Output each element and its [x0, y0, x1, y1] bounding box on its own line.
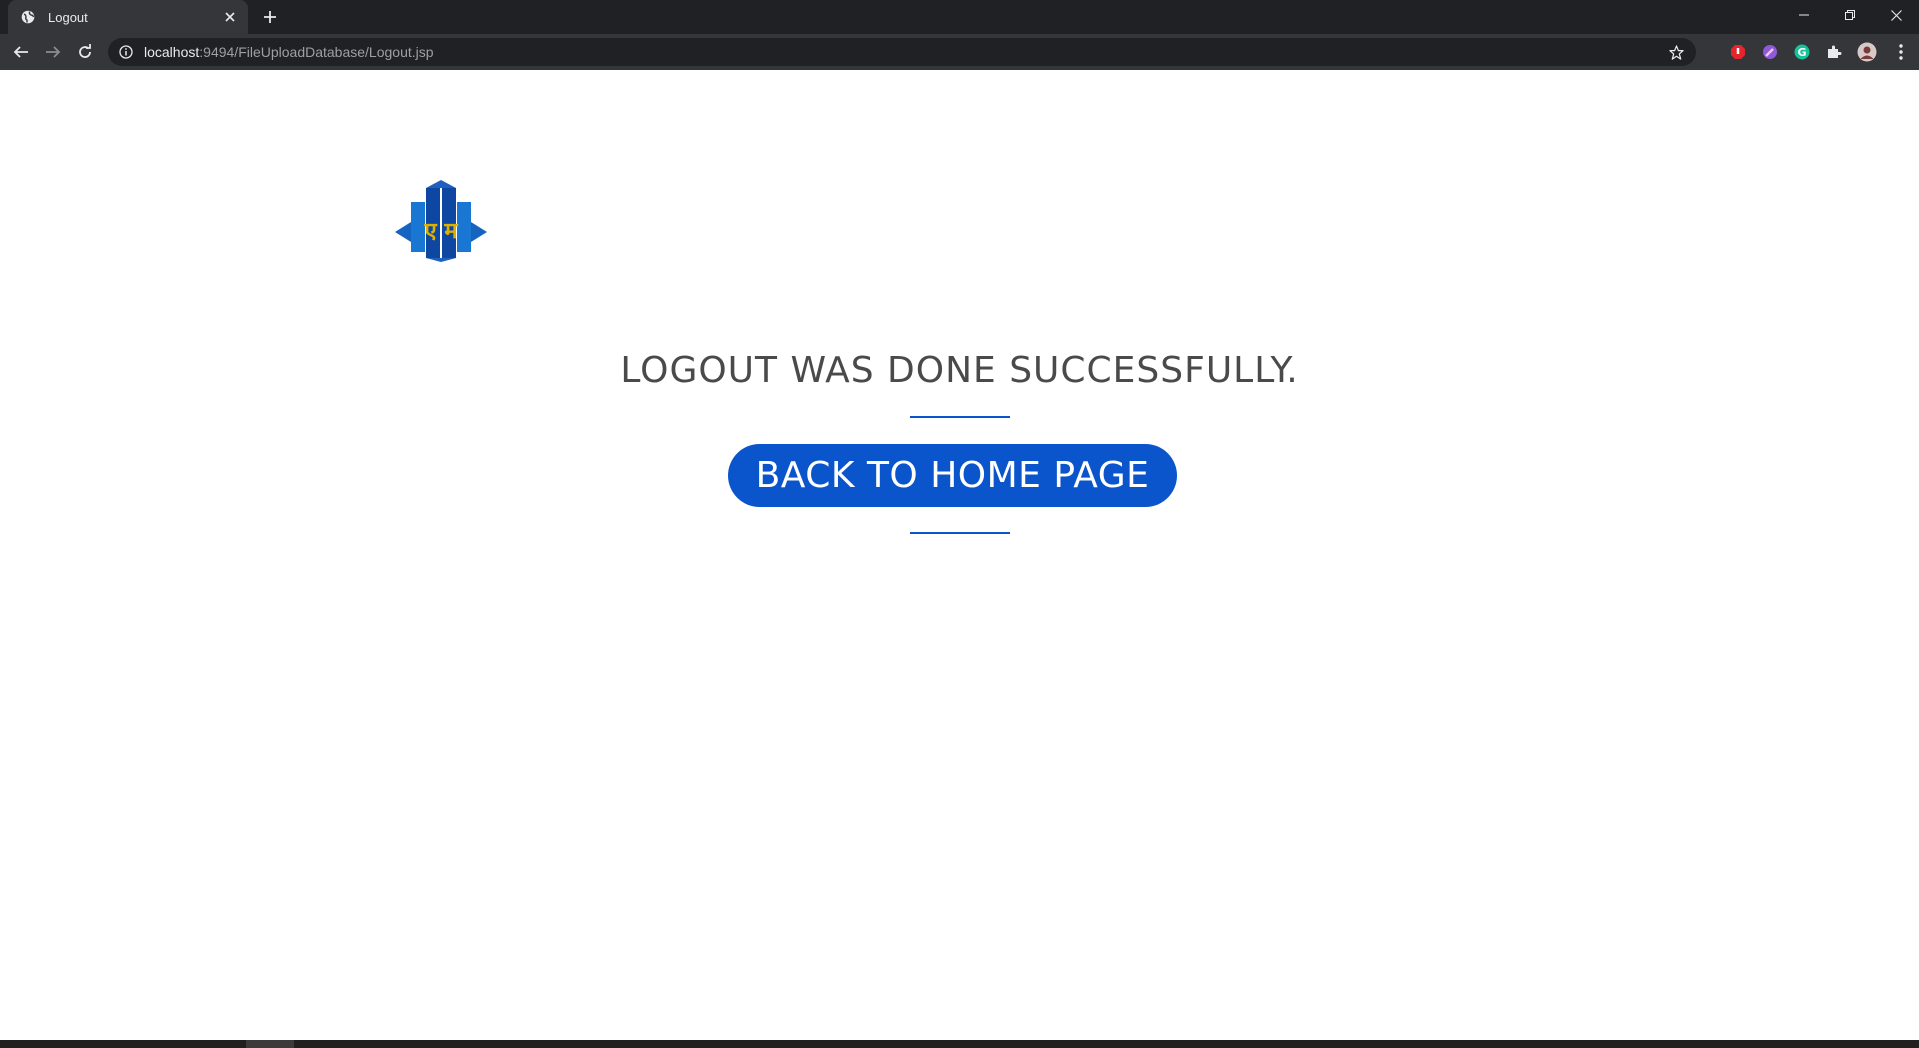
divider-bottom: [910, 532, 1010, 534]
address-bar[interactable]: localhost:9494/FileUploadDatabase/Logout…: [108, 38, 1696, 66]
taskbar-item[interactable]: [246, 1040, 294, 1048]
restore-icon[interactable]: [1827, 0, 1873, 30]
color-picker-extension-icon[interactable]: [1759, 41, 1781, 63]
url-host: localhost: [144, 44, 200, 60]
os-taskbar: [0, 1040, 1919, 1048]
url-text[interactable]: localhost:9494/FileUploadDatabase/Logout…: [144, 44, 1666, 60]
close-icon[interactable]: [222, 9, 238, 25]
svg-text:G: G: [1797, 46, 1806, 59]
browser-toolbar: localhost:9494/FileUploadDatabase/Logout…: [0, 34, 1919, 70]
window-controls: [1781, 0, 1919, 30]
company-logo[interactable]: ए म: [395, 180, 487, 262]
forward-arrow-icon[interactable]: [39, 38, 67, 66]
info-icon[interactable]: [118, 44, 134, 60]
adblock-extension-icon[interactable]: [1727, 41, 1749, 63]
logo-text: ए म: [424, 219, 459, 244]
puzzle-extension-icon[interactable]: [1823, 41, 1845, 63]
minimize-icon[interactable]: [1781, 0, 1827, 30]
globe-icon: [20, 9, 36, 25]
back-arrow-icon[interactable]: [7, 38, 35, 66]
url-path: :9494/FileUploadDatabase/Logout.jsp: [199, 44, 434, 60]
grammarly-extension-icon[interactable]: G: [1791, 41, 1813, 63]
browser-tab[interactable]: Logout: [8, 0, 248, 34]
divider-top: [910, 416, 1010, 418]
profile-avatar-icon[interactable]: [1856, 41, 1878, 63]
page-content: ए म LOGOUT WAS DONE SUCCESSFULLY. BACK T…: [0, 70, 1919, 1040]
browser-titlebar: Logout: [0, 0, 1919, 34]
kebab-menu-icon[interactable]: [1890, 41, 1912, 63]
plus-icon[interactable]: [258, 5, 282, 29]
tab-title: Logout: [48, 9, 88, 25]
window-close-icon[interactable]: [1873, 0, 1919, 30]
reload-icon[interactable]: [71, 38, 99, 66]
back-to-home-button[interactable]: BACK TO HOME PAGE: [728, 444, 1177, 507]
star-icon[interactable]: [1666, 42, 1686, 62]
logout-heading: LOGOUT WAS DONE SUCCESSFULLY.: [620, 350, 1299, 391]
